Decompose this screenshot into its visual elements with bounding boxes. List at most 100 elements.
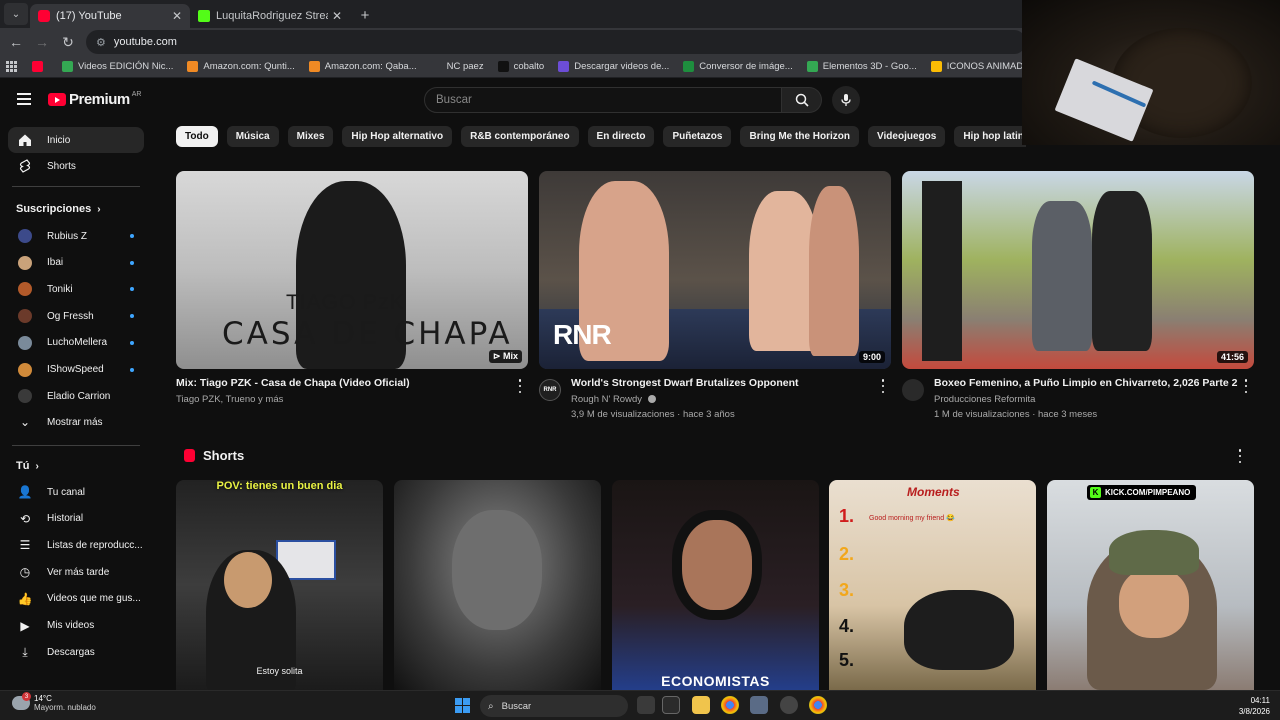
video-thumbnail[interactable]: 41:56 [902, 171, 1254, 369]
filter-chip[interactable]: Hip hop latino [954, 126, 1026, 147]
voice-search-button[interactable] [832, 86, 860, 114]
video-card[interactable]: RNR 9:00 RNR World's Strongest Dwarf Bru… [539, 171, 891, 420]
video-channel[interactable]: Rough N' Rowdy [571, 394, 656, 405]
filter-chip[interactable]: Bring Me the Horizon [740, 126, 860, 147]
short-card[interactable]: Moments Good morning my friend 😂 1. 2. 3… [829, 480, 1036, 690]
bookmark-item[interactable]: Elementos 3D - Goo... [806, 61, 917, 72]
windows-start-icon[interactable] [455, 698, 470, 713]
new-content-dot [130, 287, 134, 292]
chrome-icon[interactable] [809, 696, 827, 714]
avatar [18, 309, 32, 324]
file-explorer-icon[interactable] [692, 696, 710, 714]
video-channel[interactable]: Tiago PZK, Trueno y más [176, 394, 283, 405]
bookmark-item[interactable]: Amazon.com: Qunti... [187, 61, 295, 72]
bookmark-item[interactable]: cobalto [497, 61, 544, 72]
bookmark-item[interactable] [32, 61, 48, 72]
close-icon[interactable]: ✕ [332, 9, 342, 23]
site-info-icon[interactable]: ⚙ [96, 36, 106, 49]
shorts-logo-icon [184, 449, 195, 462]
settings-icon[interactable] [750, 696, 768, 714]
filter-chip[interactable]: Videojuegos [868, 126, 946, 147]
bookmark-item[interactable]: Descargar videos de... [558, 61, 669, 72]
bookmark-item[interactable]: NC paez [430, 61, 484, 72]
thumbnail-figure [1092, 191, 1152, 351]
video-card[interactable]: TIAGO PzK CASA DE CHAPA ⊳ Mix Mix: Tiago… [176, 171, 528, 405]
bookmark-item[interactable]: Conversor de imáge... [683, 61, 793, 72]
forward-button[interactable]: → [30, 30, 54, 54]
search-input[interactable]: Buscar [424, 87, 782, 113]
reload-button[interactable]: ↻ [56, 30, 80, 54]
filter-chip[interactable]: Puñetazos [663, 126, 732, 147]
subscriptions-header[interactable]: Suscripciones › [16, 203, 101, 215]
filter-chip[interactable]: R&B contemporáneo [461, 126, 579, 147]
short-card[interactable]: POV: tienes un buen dia Estoy solita [176, 480, 383, 690]
subscription-item[interactable]: Rubius Z [8, 223, 144, 249]
filter-chip[interactable]: Música [226, 126, 279, 147]
video-stats: 1 M de visualizaciones · hace 3 meses [934, 409, 1098, 420]
you-header[interactable]: Tú › [16, 460, 39, 472]
task-view-icon[interactable] [637, 696, 655, 714]
subscription-item[interactable]: Og Fressh [8, 303, 144, 329]
sidebar-label: Ver más tarde [47, 566, 110, 578]
address-bar[interactable]: ⚙ youtube.com [86, 30, 1026, 54]
sidebar-item[interactable]: 👍 Videos que me gus... [8, 586, 144, 612]
video-title[interactable]: World's Strongest Dwarf Brutalizes Oppon… [571, 377, 799, 389]
subscription-item[interactable]: IShowSpeed [8, 357, 144, 383]
short-card[interactable]: ECONOMISTAS [612, 480, 819, 690]
weather-widget[interactable]: 3 14°C Mayorm. nublado [12, 692, 96, 712]
steam-icon[interactable] [780, 696, 798, 714]
more-options-icon[interactable] [879, 379, 887, 393]
bookmark-favicon-icon [62, 61, 73, 72]
sidebar-item[interactable]: ⟲ Historial [8, 506, 144, 532]
system-clock[interactable]: 04:11 3/8/2026 [1239, 695, 1270, 717]
sidebar-item[interactable]: ▶ Mis videos [8, 613, 144, 639]
apps-grid-icon[interactable] [6, 60, 18, 73]
subscription-item[interactable]: LuchoMellera [8, 330, 144, 356]
filter-chip[interactable]: Mixes [287, 126, 334, 147]
close-icon[interactable]: ✕ [172, 9, 182, 23]
tab-search-button[interactable]: ⌄ [4, 3, 28, 25]
sidebar-item[interactable]: ☰ Listas de reproducc... [8, 532, 144, 558]
subscription-item[interactable]: Toniki [8, 276, 144, 302]
bookmark-item[interactable]: Amazon.com: Qaba... [308, 61, 417, 72]
video-channel[interactable]: Producciones Reformita [934, 394, 1035, 405]
video-thumbnail[interactable]: TIAGO PzK CASA DE CHAPA ⊳ Mix [176, 171, 528, 369]
sidebar-item[interactable]: 👤 Tu canal [8, 479, 144, 505]
sidebar-item[interactable]: ◷ Ver más tarde [8, 559, 144, 585]
show-more-button[interactable]: ⌄ Mostrar más [8, 409, 144, 435]
sidebar-label: Shorts [47, 160, 76, 172]
more-options-icon[interactable] [1242, 379, 1250, 393]
bookmark-item[interactable]: Videos EDICIÓN Nic... [62, 61, 173, 72]
taskbar-search[interactable]: ⌕ Buscar [480, 695, 628, 717]
channel-avatar[interactable] [902, 379, 924, 401]
video-thumbnail[interactable]: RNR 9:00 [539, 171, 891, 369]
video-title[interactable]: Mix: Tiago PZK - Casa de Chapa (Video Of… [176, 377, 410, 389]
sidebar-item-shorts[interactable]: Shorts [8, 153, 144, 179]
chrome-icon[interactable] [721, 696, 739, 714]
filter-chip[interactable]: Hip Hop alternativo [342, 126, 453, 147]
capcut-icon[interactable] [662, 696, 680, 714]
subscription-item[interactable]: Eladio Carrion [8, 383, 144, 409]
short-card[interactable]: KICK.COM/PIMPEANO [1047, 480, 1254, 690]
filter-chip[interactable]: Todo [176, 126, 218, 147]
video-card[interactable]: 41:56 Boxeo Femenino, a Puño Limpio en C… [902, 171, 1254, 420]
more-options-icon[interactable] [516, 379, 524, 393]
sidebar-item[interactable]: ⤓ Descargas [8, 639, 144, 665]
search-button[interactable] [782, 87, 822, 113]
filter-chip[interactable]: En directo [587, 126, 655, 147]
new-tab-button[interactable]: + [354, 4, 376, 26]
short-card[interactable] [394, 480, 601, 690]
back-button[interactable]: ← [4, 30, 28, 54]
thumbnail-figure [1032, 201, 1092, 351]
more-options-icon[interactable] [1236, 449, 1244, 463]
bookmark-label: Conversor de imáge... [699, 61, 793, 72]
tab-kick-stream[interactable]: LuquitaRodriguez Stream - Wat ✕ [190, 4, 350, 28]
tab-youtube[interactable]: (17) YouTube ✕ [30, 4, 190, 28]
youtube-logo[interactable]: Premium AR [48, 91, 141, 108]
subscription-item[interactable]: Ibai [8, 250, 144, 276]
sidebar-item-inicio[interactable]: Inicio [8, 127, 144, 153]
channel-avatar[interactable]: RNR [539, 379, 561, 401]
short-caption: Estoy solita [256, 666, 303, 676]
video-title[interactable]: Boxeo Femenino, a Puño Limpio en Chivarr… [934, 377, 1237, 389]
menu-icon[interactable] [17, 93, 31, 105]
